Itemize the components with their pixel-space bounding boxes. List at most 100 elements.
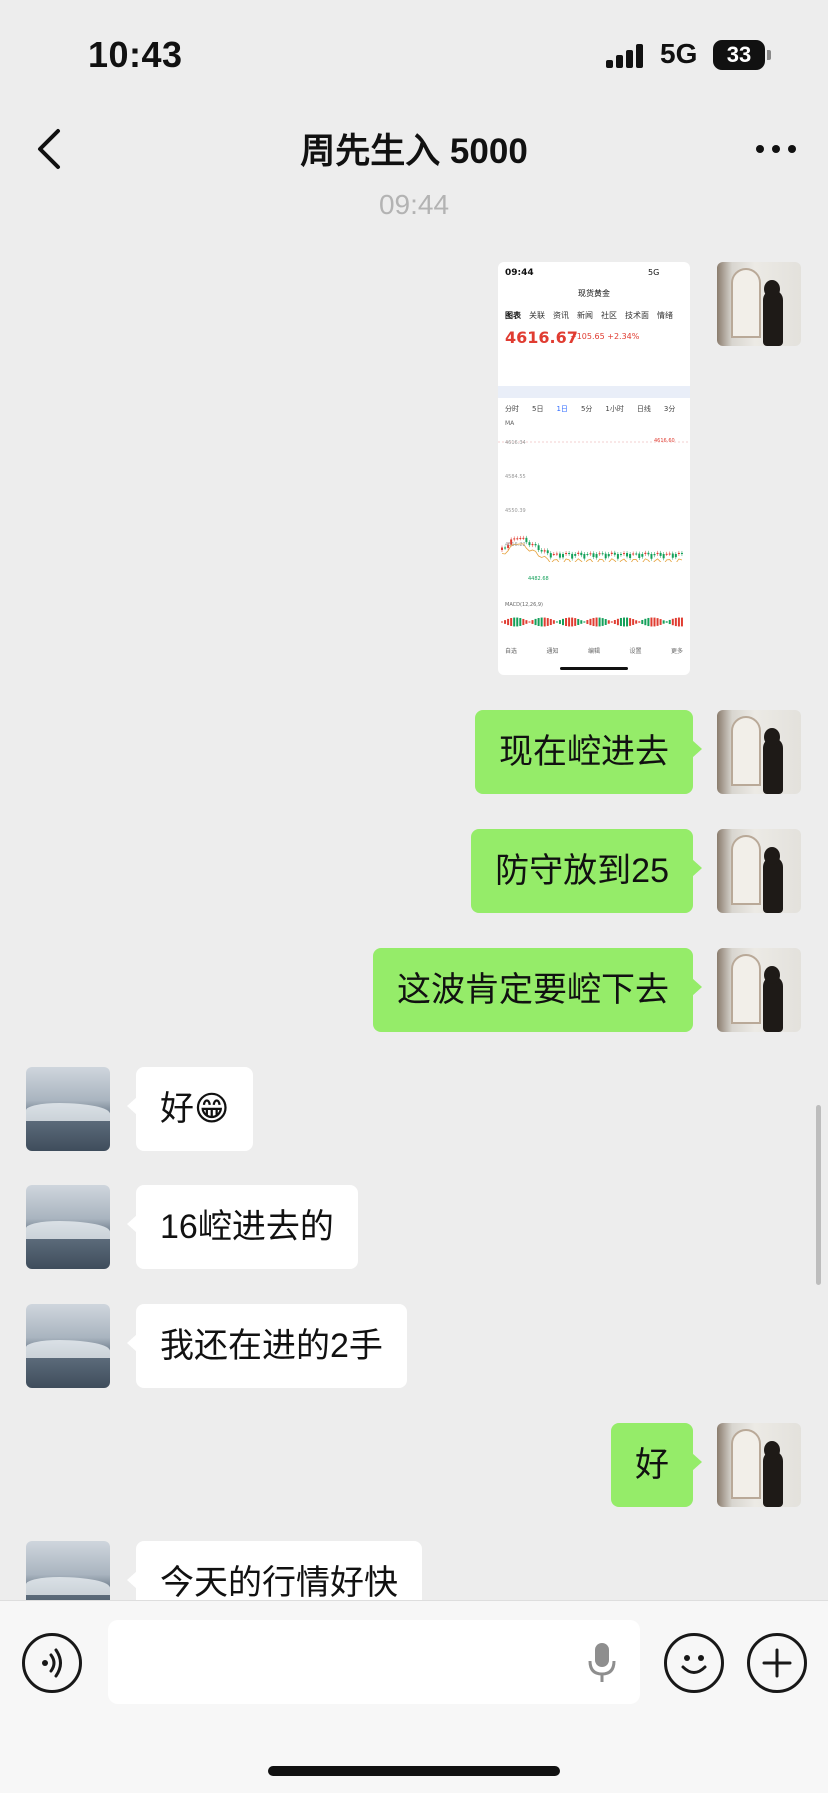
- shot-period: 1日: [556, 405, 568, 413]
- message-bubble-self[interactable]: 现在崆进去: [475, 710, 702, 794]
- message-bubble-peer[interactable]: 16崆进去的: [127, 1185, 358, 1269]
- macd-bar: [668, 619, 671, 625]
- macd-bar: [580, 620, 583, 624]
- macd-bar: [528, 621, 531, 623]
- emoji-button[interactable]: [664, 1633, 724, 1693]
- macd-bar: [650, 617, 653, 627]
- peer-avatar[interactable]: [26, 1304, 110, 1388]
- microphone-icon[interactable]: [585, 1641, 619, 1685]
- macd-bar: [510, 618, 513, 626]
- shot-periods: 分时 5日 1日 5分 1小时 日线 3分: [505, 404, 683, 414]
- shot-banner: [498, 386, 690, 398]
- macd-bar: [626, 617, 629, 627]
- macd-bar: [674, 617, 677, 627]
- message-text: 现在崆进去: [499, 733, 669, 771]
- more-dots-icon: [756, 145, 796, 153]
- more-button[interactable]: [752, 127, 800, 171]
- shot-tab: 社区: [601, 311, 617, 320]
- chat-title: 周先生入 5000: [300, 132, 528, 171]
- macd-bar: [565, 617, 568, 627]
- smiley-icon: [681, 1655, 707, 1674]
- self-avatar[interactable]: [717, 262, 801, 346]
- macd-bar: [641, 619, 644, 625]
- shot-tab: 情绪: [657, 311, 673, 320]
- macd-bar: [616, 618, 619, 626]
- message-text: 防守放到25: [495, 852, 669, 890]
- shot-tab: 技术面: [625, 311, 649, 320]
- plus-icon: [762, 1648, 792, 1678]
- macd-bar: [659, 619, 662, 625]
- macd-bar: [607, 620, 610, 624]
- chat-scrollbar[interactable]: [816, 1105, 821, 1285]
- self-avatar[interactable]: [717, 948, 801, 1032]
- shot-bottom-tab: 设置: [629, 648, 642, 655]
- macd-bar: [677, 617, 680, 627]
- message-input[interactable]: [108, 1620, 640, 1704]
- message-text: 好😁: [160, 1090, 230, 1128]
- macd-bar: [623, 617, 625, 627]
- message-bubble-peer[interactable]: 我还在进的2手: [127, 1304, 407, 1388]
- self-avatar[interactable]: [717, 829, 801, 913]
- macd-bar: [629, 618, 632, 626]
- self-avatar[interactable]: [717, 710, 801, 794]
- macd-bar: [671, 618, 674, 626]
- battery-icon: 33: [713, 40, 765, 70]
- shot-tick-2: 4550.39: [505, 508, 526, 514]
- macd-bar: [552, 620, 555, 624]
- macd-bar: [604, 619, 607, 625]
- macd-bar: [534, 618, 537, 626]
- message-text: 这波肯定要崆下去: [397, 971, 669, 1009]
- macd-bar: [568, 617, 571, 627]
- macd-bar: [540, 617, 543, 627]
- message-bubble-self[interactable]: 这波肯定要崆下去: [373, 948, 702, 1032]
- peer-avatar[interactable]: [26, 1185, 110, 1269]
- add-attachment-button[interactable]: [747, 1633, 807, 1693]
- macd-bar: [525, 620, 528, 624]
- shot-macd-chart: [501, 617, 683, 627]
- shot-bottom-tab: 自选: [505, 648, 518, 655]
- message-bubble-peer[interactable]: 好😁: [126, 1067, 254, 1151]
- macd-bar: [574, 618, 577, 626]
- macd-bar: [589, 618, 592, 626]
- peer-avatar[interactable]: [26, 1067, 110, 1151]
- macd-bar: [501, 621, 503, 623]
- shot-tab: 资讯: [553, 311, 569, 320]
- status-bar: 10:43 5G 33: [0, 0, 828, 105]
- voice-toggle-button[interactable]: [22, 1633, 82, 1693]
- macd-bar: [635, 620, 638, 624]
- shot-macd-label: MACD(12,26,9): [505, 602, 543, 608]
- message-text: 我还在进的2手: [160, 1327, 383, 1365]
- macd-bar: [531, 620, 534, 624]
- shot-period: 1小时: [605, 405, 624, 413]
- shot-price: 4616.67: [505, 328, 578, 347]
- shot-period: 5日: [532, 405, 544, 413]
- macd-bar: [595, 617, 598, 627]
- macd-bar: [662, 620, 665, 624]
- macd-bar: [555, 621, 558, 623]
- shot-bottom-tabs: 自选 通知 编辑 设置 更多: [505, 646, 683, 655]
- shot-ma-label: MA: [505, 420, 515, 427]
- macd-bar: [537, 618, 540, 626]
- shot-home-indicator: [560, 667, 628, 670]
- macd-bar: [583, 621, 586, 623]
- macd-bar: [543, 617, 546, 627]
- voice-wave-icon: [42, 1648, 62, 1678]
- home-indicator: [268, 1766, 560, 1776]
- self-avatar[interactable]: [717, 1423, 801, 1507]
- network-type: 5G: [660, 38, 698, 69]
- shot-tab: 图表: [505, 311, 521, 320]
- chart-screenshot-image[interactable]: 09:44 5G 现货黄金 图表 关联 资讯 新闻 社区 技术面 情绪 4616.67 +1…: [498, 262, 690, 675]
- macd-bar: [558, 620, 561, 624]
- input-bar: [0, 1600, 828, 1793]
- message-bubble-self[interactable]: 防守放到25: [471, 829, 702, 913]
- message-bubble-self[interactable]: 好: [611, 1423, 702, 1507]
- macd-bar: [632, 619, 635, 625]
- message-text: 好: [635, 1446, 669, 1484]
- macd-bar: [601, 618, 604, 626]
- nav-bar: 周先生入 5000: [0, 105, 828, 193]
- macd-bar: [519, 618, 522, 626]
- macd-bar: [549, 618, 552, 626]
- macd-bar: [665, 621, 668, 623]
- macd-bar: [592, 617, 595, 627]
- macd-bar: [504, 620, 507, 624]
